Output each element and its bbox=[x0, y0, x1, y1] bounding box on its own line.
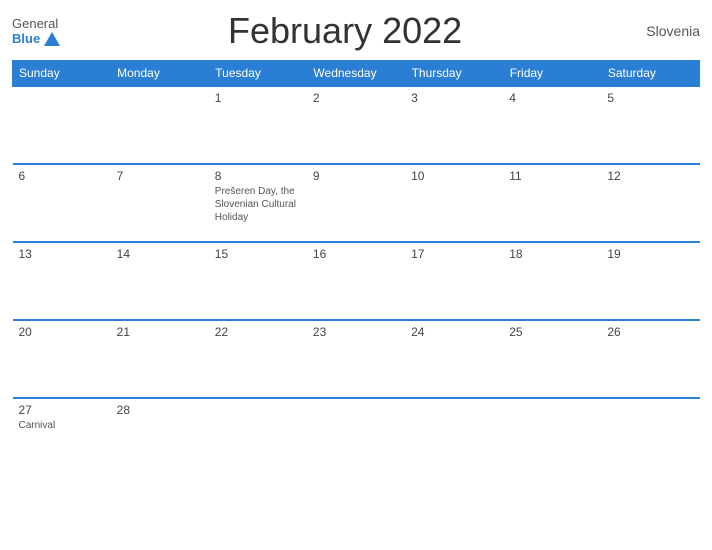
event-text: Prešeren Day, the Slovenian Cultural Hol… bbox=[215, 186, 296, 223]
week-row-4: 27 Carnival 28 bbox=[13, 398, 700, 476]
day-cell: 1 bbox=[209, 86, 307, 164]
day-cell: 6 bbox=[13, 164, 111, 242]
week-row-3: 20 21 22 23 24 25 26 bbox=[13, 320, 700, 398]
day-number: 2 bbox=[313, 91, 399, 105]
event-text: Carnival bbox=[19, 420, 56, 431]
country-label: Slovenia bbox=[630, 23, 700, 39]
logo-triangle-icon bbox=[44, 32, 60, 46]
day-number: 18 bbox=[509, 247, 595, 261]
day-number: 16 bbox=[313, 247, 399, 261]
day-number: 11 bbox=[509, 169, 595, 183]
weekday-header-saturday: Saturday bbox=[601, 61, 699, 87]
day-number: 10 bbox=[411, 169, 497, 183]
logo: General Blue bbox=[12, 16, 60, 46]
day-cell: 3 bbox=[405, 86, 503, 164]
day-cell: 22 bbox=[209, 320, 307, 398]
day-number: 1 bbox=[215, 91, 301, 105]
day-cell: 4 bbox=[503, 86, 601, 164]
day-number: 26 bbox=[607, 325, 693, 339]
day-number: 19 bbox=[607, 247, 693, 261]
day-number: 20 bbox=[19, 325, 105, 339]
day-cell: 5 bbox=[601, 86, 699, 164]
day-cell: 10 bbox=[405, 164, 503, 242]
day-cell bbox=[405, 398, 503, 476]
day-number: 12 bbox=[607, 169, 693, 183]
day-cell bbox=[209, 398, 307, 476]
week-row-2: 13 14 15 16 17 18 19 bbox=[13, 242, 700, 320]
day-number: 5 bbox=[607, 91, 693, 105]
day-cell: 20 bbox=[13, 320, 111, 398]
day-cell: 11 bbox=[503, 164, 601, 242]
day-cell: 28 bbox=[111, 398, 209, 476]
day-cell: 14 bbox=[111, 242, 209, 320]
day-number: 24 bbox=[411, 325, 497, 339]
day-number: 22 bbox=[215, 325, 301, 339]
day-number: 28 bbox=[117, 403, 203, 417]
day-cell bbox=[601, 398, 699, 476]
day-cell: 26 bbox=[601, 320, 699, 398]
day-number: 7 bbox=[117, 169, 203, 183]
day-cell bbox=[13, 86, 111, 164]
day-number: 14 bbox=[117, 247, 203, 261]
day-cell: 12 bbox=[601, 164, 699, 242]
weekday-header-sunday: Sunday bbox=[13, 61, 111, 87]
week-row-0: 12345 bbox=[13, 86, 700, 164]
calendar-wrapper: General Blue February 2022 Slovenia Sund… bbox=[0, 0, 712, 550]
day-number: 9 bbox=[313, 169, 399, 183]
day-cell: 2 bbox=[307, 86, 405, 164]
day-cell: 7 bbox=[111, 164, 209, 242]
day-cell: 17 bbox=[405, 242, 503, 320]
day-cell: 18 bbox=[503, 242, 601, 320]
day-cell bbox=[111, 86, 209, 164]
day-number: 15 bbox=[215, 247, 301, 261]
week-row-1: 678 Prešeren Day, the Slovenian Cultural … bbox=[13, 164, 700, 242]
day-number: 6 bbox=[19, 169, 105, 183]
logo-blue-text: Blue bbox=[12, 31, 40, 46]
day-cell: 16 bbox=[307, 242, 405, 320]
weekday-header-tuesday: Tuesday bbox=[209, 61, 307, 87]
day-number: 21 bbox=[117, 325, 203, 339]
day-cell: 8 Prešeren Day, the Slovenian Cultural Ho… bbox=[209, 164, 307, 242]
day-cell: 9 bbox=[307, 164, 405, 242]
weekday-header-wednesday: Wednesday bbox=[307, 61, 405, 87]
day-number: 3 bbox=[411, 91, 497, 105]
day-cell: 24 bbox=[405, 320, 503, 398]
day-cell bbox=[503, 398, 601, 476]
day-number: 23 bbox=[313, 325, 399, 339]
day-number: 8 bbox=[215, 169, 301, 183]
weekday-header-monday: Monday bbox=[111, 61, 209, 87]
calendar-table: SundayMondayTuesdayWednesdayThursdayFrid… bbox=[12, 60, 700, 476]
day-cell: 13 bbox=[13, 242, 111, 320]
day-cell: 15 bbox=[209, 242, 307, 320]
day-cell: 19 bbox=[601, 242, 699, 320]
day-number: 27 bbox=[19, 403, 105, 417]
calendar-title: February 2022 bbox=[60, 10, 630, 52]
day-number: 25 bbox=[509, 325, 595, 339]
day-cell bbox=[307, 398, 405, 476]
day-cell: 25 bbox=[503, 320, 601, 398]
calendar-header: General Blue February 2022 Slovenia bbox=[12, 10, 700, 52]
weekday-header-friday: Friday bbox=[503, 61, 601, 87]
day-number: 17 bbox=[411, 247, 497, 261]
day-cell: 23 bbox=[307, 320, 405, 398]
logo-general-text: General bbox=[12, 16, 58, 31]
day-number: 13 bbox=[19, 247, 105, 261]
day-number: 4 bbox=[509, 91, 595, 105]
day-cell: 21 bbox=[111, 320, 209, 398]
weekday-header-row: SundayMondayTuesdayWednesdayThursdayFrid… bbox=[13, 61, 700, 87]
day-cell: 27 Carnival bbox=[13, 398, 111, 476]
weekday-header-thursday: Thursday bbox=[405, 61, 503, 87]
